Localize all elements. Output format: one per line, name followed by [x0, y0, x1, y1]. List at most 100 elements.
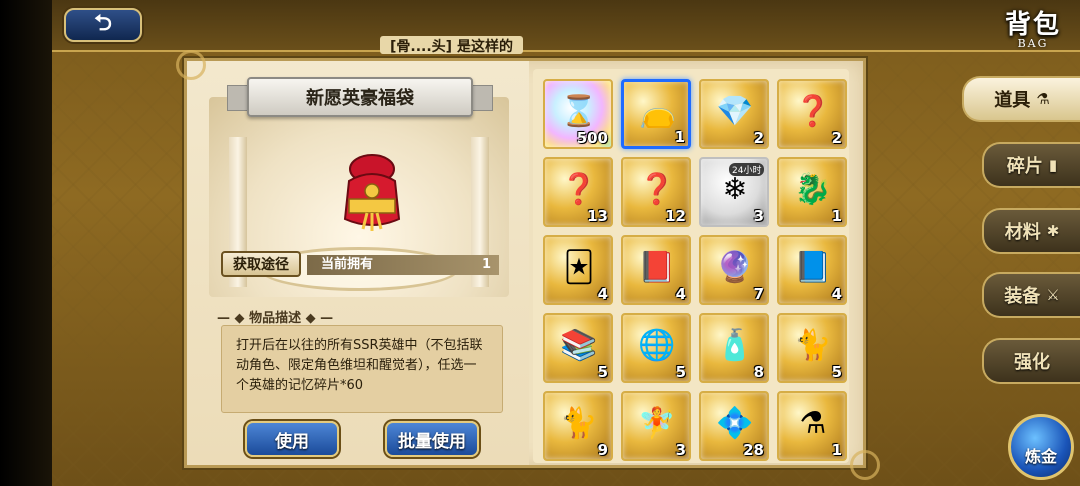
item-count: 1 [831, 207, 842, 225]
mystery-scroll-icon: ❓ [638, 171, 676, 207]
owned-count: 1 [481, 257, 491, 272]
lucky-bag-icon: 👝 [639, 94, 677, 130]
alchemy-label: 炼金 [1024, 447, 1057, 466]
tab-0[interactable]: 道具 ⚗ [962, 76, 1080, 122]
equipment-icon: ⚔ [1046, 286, 1060, 304]
tab-label: 材料 [1004, 222, 1041, 243]
shard-icon: ▮ [1048, 156, 1058, 174]
inventory-slot[interactable]: 🐈 5 [777, 313, 847, 383]
inventory-slot[interactable]: 📘 4 [777, 235, 847, 305]
mystery-scroll-icon: ❓ [560, 171, 598, 207]
inventory-slot[interactable]: 🧴 8 [699, 313, 769, 383]
inventory-slot[interactable]: ❓ 13 [543, 157, 613, 227]
use-button[interactable]: 使用 [245, 421, 339, 457]
item-count: 2 [831, 129, 842, 147]
inventory-grid-pane[interactable]: ⌛ 500 👝 1 💎 2 ❓ 2 ❓ 13 ❓ 12 ❄ 24小时 3 🐉 1 🃏 4 📕 4 🔮 7 📘 4 📚 5 🌐 5 🧴 8 🐈 5… [533, 69, 849, 463]
inventory-slot[interactable]: 🃏 4 [543, 235, 613, 305]
inventory-slot[interactable]: ❓ 2 [777, 79, 847, 149]
item-detail-pane: 新愿英豪福袋 获取途径 当前拥有 1 — ◆ 物品描述 ◆ — 打开后在以往的所… [187, 61, 529, 465]
inventory-slot[interactable]: 📕 4 [621, 235, 691, 305]
inventory-slot[interactable]: 🐉 1 [777, 157, 847, 227]
corner-ornament [176, 50, 206, 80]
item-count: 7 [753, 285, 764, 303]
item-count: 5 [831, 363, 842, 381]
inventory-slot[interactable]: ❓ 12 [621, 157, 691, 227]
item-count: 12 [665, 207, 686, 225]
book-icon: 📕 [638, 249, 676, 285]
tab-label: 装备 [1004, 286, 1041, 307]
bag-panel: 新愿英豪福袋 获取途径 当前拥有 1 — ◆ 物品描述 ◆ — 打开后在以往的所… [184, 58, 866, 468]
item-count: 1 [831, 441, 842, 459]
blue-gem-icon: 💠 [716, 405, 754, 441]
mystery-bag-icon: ❓ [794, 93, 832, 129]
inventory-slot[interactable]: 🐈 9 [543, 391, 613, 461]
item-count: 4 [675, 285, 686, 303]
gear-icon: ✱ [1046, 222, 1060, 240]
screen-edge [0, 0, 52, 486]
chest-icon: 💎 [716, 93, 754, 129]
picture-book-icon: 📘 [794, 249, 832, 285]
purple-card-icon: 🃏 [563, 249, 595, 285]
figure-icon: 🧚 [638, 405, 676, 441]
comic-icon: 📚 [560, 327, 598, 363]
acquire-source-button[interactable]: 获取途径 [221, 251, 301, 277]
item-count: 5 [597, 363, 608, 381]
item-count: 2 [753, 129, 764, 147]
divider-ornament: ◆ — [301, 311, 334, 326]
tab-4[interactable]: 强化 [982, 338, 1080, 384]
bulk-use-button[interactable]: 批量使用 [385, 421, 479, 457]
item-count: 3 [753, 207, 764, 225]
item-count: 8 [753, 363, 764, 381]
inventory-grid: ⌛ 500 👝 1 💎 2 ❓ 2 ❓ 13 ❓ 12 ❄ 24小时 3 🐉 1 🃏 4 📕 4 🔮 7 📘 4 📚 5 🌐 5 🧴 8 🐈 5… [543, 79, 847, 461]
item-count: 28 [743, 441, 764, 459]
potion-icon: ⚗ [799, 405, 827, 441]
item-count: 4 [597, 285, 608, 303]
inventory-slot[interactable]: ⌛ 500 [543, 79, 613, 149]
item-count: 9 [597, 441, 608, 459]
item-count: 13 [587, 207, 608, 225]
tab-label: 强化 [1014, 352, 1050, 373]
item-name: 新愿英豪福袋 [306, 88, 414, 109]
tab-1[interactable]: 碎片 ▮ [982, 142, 1080, 188]
inventory-slot[interactable]: 📚 5 [543, 313, 613, 383]
black-cat-icon: 🐈 [560, 405, 598, 441]
timer-badge: 24小时 [729, 163, 765, 176]
inventory-slot[interactable]: 🌐 5 [621, 313, 691, 383]
alchemy-button[interactable]: 炼金 [1008, 414, 1074, 480]
tab-3[interactable]: 装备 ⚔ [982, 272, 1080, 318]
item-name-banner: 新愿英豪福袋 [247, 77, 473, 117]
inventory-slot[interactable]: 🧚 3 [621, 391, 691, 461]
top-bar [52, 0, 1080, 52]
back-arrow-icon: ⮌ [94, 11, 112, 36]
item-count: 1 [674, 128, 685, 146]
globe-icon: 🌐 [638, 327, 676, 363]
inventory-slot[interactable]: ❄ 24小时 3 [699, 157, 769, 227]
item-description: 打开后在以往的所有SSR英雄中（不包括联动角色、限定角色维坦和醒觉者），任选一个… [221, 325, 503, 413]
flask-icon: ⚗ [1036, 90, 1050, 108]
owned-count-bar: 当前拥有 1 [307, 255, 499, 275]
hourglass-icon: ⌛ [560, 93, 598, 129]
tab-2[interactable]: 材料 ✱ [982, 208, 1080, 254]
white-cat-icon: 🐈 [794, 327, 832, 363]
subtitle-text: [骨....头] 是这样的 [380, 36, 523, 55]
page-title-zh: 背包 [1004, 10, 1061, 40]
owned-label: 当前拥有 [321, 257, 374, 272]
tab-label: 碎片 [1006, 156, 1043, 177]
inventory-slot[interactable]: ⚗ 1 [777, 391, 847, 461]
inventory-slot[interactable]: 👝 1 [621, 79, 691, 149]
inventory-slot[interactable]: 💎 2 [699, 79, 769, 149]
item-count: 3 [675, 441, 686, 459]
item-count: 4 [831, 285, 842, 303]
crystal-ball-icon: 🔮 [716, 249, 754, 285]
item-count: 500 [576, 129, 608, 147]
description-heading: — ◆ 物品描述 ◆ — [217, 307, 333, 326]
divider-ornament: — ◆ [217, 311, 250, 326]
tube-icon: 🧴 [716, 327, 754, 363]
dragon-card-icon: 🐉 [794, 171, 832, 207]
back-button[interactable]: ⮌ [64, 8, 142, 42]
inventory-slot[interactable]: 🔮 7 [699, 235, 769, 305]
item-count: 5 [675, 363, 686, 381]
inventory-slot[interactable]: 💠 28 [699, 391, 769, 461]
corner-ornament [850, 450, 880, 480]
page-title: 背包 BAG [998, 4, 1068, 50]
